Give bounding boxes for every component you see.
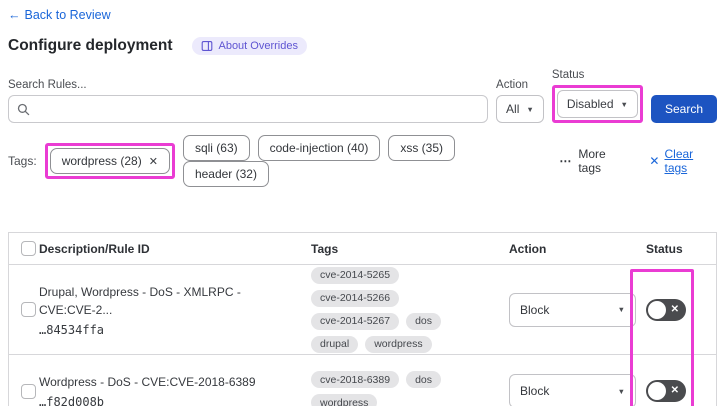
select-all-checkbox[interactable] xyxy=(21,241,36,256)
header-description: Description/Rule ID xyxy=(39,241,150,256)
search-button[interactable]: Search xyxy=(650,95,717,123)
tag-chip[interactable]: xss (35) xyxy=(388,135,456,161)
action-select-value: Block xyxy=(520,384,550,398)
rule-tag-pill: cve-2014-5265 xyxy=(311,266,400,284)
tag-chip-wordpress[interactable]: wordpress (28) ✕ xyxy=(49,148,170,174)
back-to-review-link[interactable]: ← Back to Review xyxy=(8,8,111,22)
back-link-label: Back to Review xyxy=(24,8,111,22)
action-label: Action xyxy=(496,79,529,91)
header-action: Action xyxy=(509,241,547,256)
action-select-value: Block xyxy=(520,302,550,317)
tag-chip-label: wordpress (28) xyxy=(61,154,142,168)
status-dropdown-value: Disabled xyxy=(566,97,614,111)
action-select[interactable]: Block ▼ xyxy=(509,292,636,327)
row-checkbox[interactable] xyxy=(21,383,36,399)
row-checkbox[interactable] xyxy=(21,302,36,317)
rule-tag-pill: dos xyxy=(406,371,441,388)
rule-tag-pill: cve-2014-5267 xyxy=(311,312,400,330)
toggle-knob xyxy=(648,300,666,319)
clear-icon: ✕ xyxy=(649,154,660,168)
clear-tags-link[interactable]: ✕ Clear tags xyxy=(649,147,717,175)
table-row: Wordpress - DoS - CVE:CVE-2018-6389 …f82… xyxy=(9,355,716,406)
page-title: Configure deployment xyxy=(8,37,173,54)
chevron-down-icon: ▼ xyxy=(526,104,534,114)
rule-tag-pill: cve-2014-5266 xyxy=(311,289,400,307)
status-dropdown[interactable]: Disabled ▼ xyxy=(556,90,638,118)
header-tags: Tags xyxy=(311,241,339,256)
status-annotation-box: Disabled ▼ xyxy=(551,85,643,123)
tag-chip-list: sqli (63) code-injection (40) xss (35) head… xyxy=(182,135,545,187)
more-tags-button[interactable]: ⋯ More tags xyxy=(559,147,629,175)
chevron-down-icon: ▼ xyxy=(617,386,625,396)
action-dropdown[interactable]: All ▼ xyxy=(496,95,544,123)
configure-deployment-page: ← Back to Review Configure deployment Ab… xyxy=(0,0,725,406)
header-status: Status xyxy=(646,241,683,256)
rule-description: Drupal, Wordpress - DoS - XMLRPC - CVE:C… xyxy=(39,284,241,317)
tag-chip[interactable]: sqli (63) xyxy=(182,135,250,161)
rule-description: Wordpress - DoS - CVE:CVE-2018-6389 xyxy=(39,375,256,389)
rules-table: Description/Rule ID Tags Action Status D… xyxy=(8,232,717,406)
clear-tags-label: Clear tags xyxy=(664,147,694,175)
chevron-down-icon: ▼ xyxy=(617,305,625,314)
status-label: Status xyxy=(551,69,585,81)
about-overrides-label: About Overrides xyxy=(218,40,298,52)
rule-tags: cve-2014-5265 cve-2014-5266 cve-2014-5267 d… xyxy=(311,266,509,353)
rule-tags: cve-2018-6389 dos wordpress xyxy=(311,371,509,406)
status-toggle[interactable]: ✕ xyxy=(646,380,686,402)
status-toggle[interactable]: ✕ xyxy=(646,298,686,321)
rule-id: …84534ffa xyxy=(39,322,105,337)
more-tags-label: More tags xyxy=(578,147,606,175)
rule-tag-pill: dos xyxy=(406,312,441,330)
chevron-down-icon: ▼ xyxy=(620,99,628,109)
search-rules-input[interactable] xyxy=(36,102,480,116)
tag-chip[interactable]: code-injection (40) xyxy=(257,135,381,161)
rule-tag-pill: wordpress xyxy=(365,335,432,353)
toggle-off-icon: ✕ xyxy=(670,385,679,396)
search-rules-label: Search Rules... xyxy=(8,79,87,91)
rule-id: …f82d008b xyxy=(39,395,105,406)
back-arrow-icon: ← xyxy=(8,8,21,22)
tag-chip[interactable]: header (32) xyxy=(182,161,269,187)
rule-tag-pill: cve-2018-6389 xyxy=(311,371,400,388)
tags-label: Tags: xyxy=(8,154,37,168)
remove-tag-icon[interactable]: ✕ xyxy=(149,155,158,168)
search-rules-inputbox[interactable] xyxy=(8,95,489,123)
search-icon xyxy=(17,103,30,115)
action-select[interactable]: Block ▼ xyxy=(509,374,636,406)
table-row: Drupal, Wordpress - DoS - XMLRPC - CVE:C… xyxy=(9,265,716,355)
action-dropdown-value: All xyxy=(506,102,520,116)
ellipsis-icon: ⋯ xyxy=(559,154,573,168)
rule-tag-pill: drupal xyxy=(311,335,359,353)
toggle-knob xyxy=(648,382,666,400)
table-header-row: Description/Rule ID Tags Action Status xyxy=(9,233,716,265)
selected-tag-annotation-box: wordpress (28) ✕ xyxy=(44,143,175,179)
document-icon xyxy=(202,41,213,51)
about-overrides-badge[interactable]: About Overrides xyxy=(192,37,307,55)
toggle-off-icon: ✕ xyxy=(670,303,679,315)
rule-tag-pill: wordpress xyxy=(311,394,378,406)
